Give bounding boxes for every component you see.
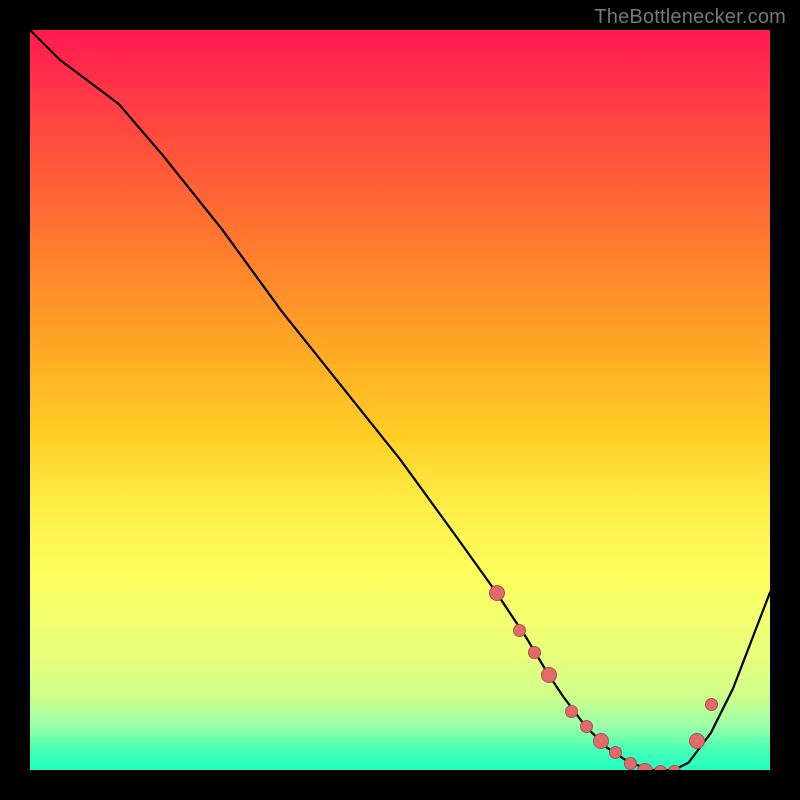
data-point-marker bbox=[528, 646, 541, 659]
data-point-marker bbox=[609, 746, 622, 759]
data-point-marker bbox=[668, 765, 681, 771]
data-point-marker bbox=[489, 585, 505, 601]
chart-stage: TheBottlenecker.com bbox=[0, 0, 800, 800]
data-point-marker bbox=[513, 624, 526, 637]
plot-area bbox=[30, 30, 770, 770]
curve-markers bbox=[30, 30, 770, 770]
data-point-marker bbox=[565, 705, 578, 718]
data-point-marker bbox=[689, 733, 705, 749]
data-point-marker bbox=[637, 763, 653, 770]
data-point-marker bbox=[580, 720, 593, 733]
data-point-marker bbox=[541, 667, 557, 683]
data-point-marker bbox=[705, 698, 718, 711]
data-point-marker bbox=[593, 733, 609, 749]
data-point-marker bbox=[624, 757, 637, 770]
data-point-marker bbox=[654, 765, 667, 771]
watermark-text: TheBottlenecker.com bbox=[594, 6, 786, 29]
